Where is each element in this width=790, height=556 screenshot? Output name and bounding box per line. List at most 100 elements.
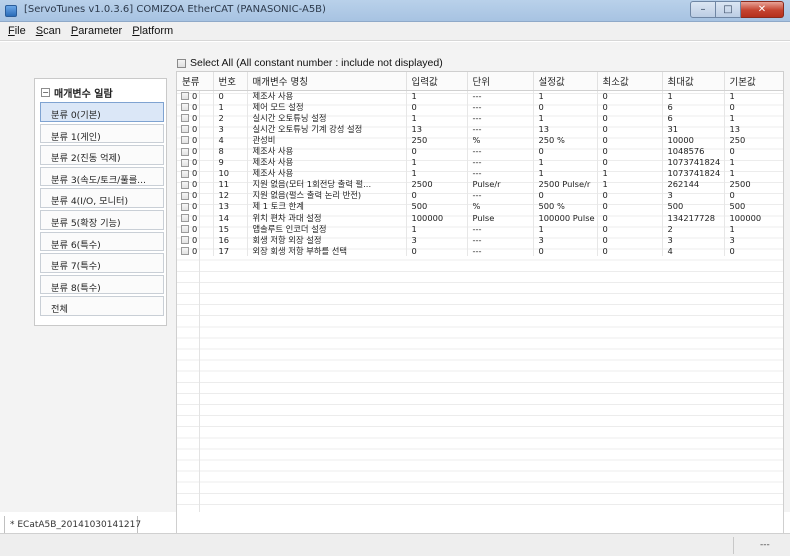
cell-default: 1 <box>724 90 783 102</box>
row-checkbox[interactable] <box>181 136 189 145</box>
col-header-default[interactable]: 기본값 <box>724 72 783 91</box>
cell-name: 앱솔루트 인코더 설정 <box>247 223 407 235</box>
category-item-6[interactable]: 분류 6(특수) <box>40 231 164 252</box>
cell-category: 0 <box>177 178 214 190</box>
table-row[interactable]: 0 15 앱솔루트 인코더 설정 1 --- 1 0 2 1 <box>177 223 783 235</box>
maximize-button[interactable]: □ <box>716 1 741 18</box>
cell-input[interactable]: 0 <box>406 145 468 157</box>
cell-max: 6 <box>662 112 725 124</box>
row-checkbox[interactable] <box>181 158 189 167</box>
table-row[interactable]: 0 4 관성비 250% 250 % 0 10000 250 <box>177 134 783 146</box>
menu-platform[interactable]: Platform <box>127 25 178 37</box>
row-checkbox[interactable] <box>181 103 189 112</box>
table-row[interactable]: 0 17 외장 회생 저항 부하를 선택 0 --- 0 0 4 0 <box>177 245 783 257</box>
row-checkbox[interactable] <box>181 92 189 101</box>
cell-input[interactable]: 0 <box>406 101 468 113</box>
category-item-5[interactable]: 분류 5(확장 기능) <box>40 209 164 230</box>
row-checkbox[interactable] <box>181 169 189 178</box>
menu-platform-label: latform <box>139 25 174 37</box>
row-checkbox[interactable] <box>181 191 189 200</box>
row-checkbox[interactable] <box>181 202 189 211</box>
row-checkbox[interactable] <box>181 114 189 123</box>
cell-unit: % <box>467 134 534 146</box>
cell-input[interactable]: 1 <box>406 112 468 124</box>
cell-max: 4 <box>662 245 725 257</box>
table-row[interactable]: 0 13 제 1 토크 한계 500% 500 % 0 500 500 <box>177 200 783 213</box>
table-row[interactable]: 0 9 제조사 사용 1 --- 1 0 1073741824 1 <box>177 156 783 168</box>
main-content: − 매개변수 일람 분류 0(기본) 분류 1(게인) 분류 2(진동 억제) … <box>0 42 790 541</box>
cell-input[interactable]: 1 <box>406 156 468 168</box>
category-item-0[interactable]: 분류 0(기본) <box>40 102 164 122</box>
close-button[interactable]: ✕ <box>741 1 784 18</box>
document-tab[interactable]: * ECatA5B_20141030141217 <box>4 516 141 534</box>
category-item-4[interactable]: 분류 4(I/O, 모니터) <box>40 188 164 208</box>
cell-max: 6 <box>662 101 725 113</box>
cell-category-value: 0 <box>192 179 198 190</box>
cell-default: 1 <box>724 156 783 168</box>
cell-min: 1 <box>597 167 663 179</box>
tree-root[interactable]: − 매개변수 일람 <box>41 85 113 100</box>
cell-max: 1073741824 <box>662 167 725 179</box>
category-list: 분류 0(기본) 분류 1(게인) 분류 2(진동 억제) 분류 3(속도/토크… <box>40 102 164 318</box>
cell-input[interactable]: 0 <box>406 245 468 257</box>
col-header-min[interactable]: 최소값 <box>597 72 663 91</box>
table-row[interactable]: 0 8 제조사 사용 0 --- 0 0 1048576 0 <box>177 145 783 157</box>
menu-file[interactable]: File <box>3 25 31 37</box>
cell-min: 0 <box>597 234 663 246</box>
cell-input[interactable]: 250 <box>406 134 468 146</box>
col-header-name[interactable]: 매개변수 명칭 <box>247 72 407 91</box>
table-row[interactable]: 0 14 위치 편차 과대 설정 100000 Pulse 100000 Pulse 0 13… <box>177 212 783 224</box>
row-checkbox[interactable] <box>181 247 189 256</box>
cell-input[interactable]: 1 <box>406 90 468 102</box>
minimize-button[interactable]: – <box>690 1 716 18</box>
cell-min: 0 <box>597 134 663 146</box>
cell-input[interactable]: 500 <box>406 200 468 213</box>
table-row[interactable]: 0 12 지원 없음(펄스 출력 논리 반전) 0 --- 0 0 3 0 <box>177 189 783 201</box>
col-header-unit[interactable]: 단위 <box>467 72 534 91</box>
cell-max: 1073741824 <box>662 156 725 168</box>
table-row[interactable]: 0 0 제조사 사용 1 --- 1 0 1 1 <box>177 90 783 102</box>
table-row[interactable]: 0 11 지원 없음(모터 1회전당 출력 펄... 2500 Pulse/r 2500 … <box>177 178 783 190</box>
cell-category-value: 0 <box>192 168 198 179</box>
row-checkbox[interactable] <box>181 214 189 223</box>
row-checkbox[interactable] <box>181 225 189 234</box>
table-row[interactable]: 0 1 제어 모드 설정 0 --- 0 0 6 0 <box>177 101 783 113</box>
row-checkbox[interactable] <box>181 125 189 134</box>
category-item-1[interactable]: 분류 1(게인) <box>40 123 164 144</box>
cell-input[interactable]: 1 <box>406 223 468 235</box>
category-item-all[interactable]: 전체 <box>40 296 164 316</box>
row-checkbox[interactable] <box>181 180 189 189</box>
menu-scan[interactable]: Scan <box>31 25 66 37</box>
col-header-number[interactable]: 번호 <box>213 72 248 91</box>
window-title: [ServoTunes v1.0.3.6] COMIZOA EtherCAT (… <box>24 4 326 15</box>
table-row[interactable]: 0 2 실시간 오토튜닝 설정 1 --- 1 0 6 1 <box>177 112 783 124</box>
col-header-input[interactable]: 입력값 <box>406 72 468 91</box>
cell-setting: 0 <box>533 101 598 113</box>
category-item-2[interactable]: 분류 2(진동 억제) <box>40 145 164 165</box>
cell-input[interactable]: 0 <box>406 189 468 201</box>
collapse-icon[interactable]: − <box>41 88 50 97</box>
table-row[interactable]: 0 16 회생 저항 외장 설정 3 --- 3 0 3 3 <box>177 234 783 246</box>
cell-setting: 100000 Pulse <box>533 212 598 224</box>
select-all-checkbox[interactable] <box>177 58 186 68</box>
cell-input[interactable]: 2500 <box>406 178 468 190</box>
row-checkbox[interactable] <box>181 147 189 156</box>
cell-min: 0 <box>597 145 663 157</box>
category-item-8[interactable]: 분류 8(특수) <box>40 274 164 295</box>
cell-default: 0 <box>724 245 783 257</box>
col-header-setting[interactable]: 설정값 <box>533 72 598 91</box>
cell-input[interactable]: 13 <box>406 123 468 135</box>
category-item-3[interactable]: 분류 3(속도/토크/풀를... <box>40 166 164 187</box>
table-row[interactable]: 0 3 실시간 오토튜닝 기계 강성 설정 13 --- 13 0 31 13 <box>177 123 783 135</box>
col-header-category[interactable]: 분류 <box>177 72 214 91</box>
cell-input[interactable]: 1 <box>406 167 468 179</box>
menu-parameter[interactable]: Parameter <box>66 25 127 37</box>
category-item-7[interactable]: 분류 7(특수) <box>40 253 164 273</box>
table-row[interactable]: 0 10 제조사 사용 1 --- 1 1 1073741824 1 <box>177 167 783 179</box>
cell-input[interactable]: 3 <box>406 234 468 246</box>
row-checkbox[interactable] <box>181 236 189 245</box>
col-header-max[interactable]: 최대값 <box>662 72 725 91</box>
select-all-label[interactable]: Select All (All constant number : includ… <box>190 57 443 69</box>
cell-input[interactable]: 100000 <box>406 212 468 224</box>
table-header-row: 분류 번호 매개변수 명칭 입력값 단위 설정값 최소값 최대값 기본값 <box>177 72 783 91</box>
